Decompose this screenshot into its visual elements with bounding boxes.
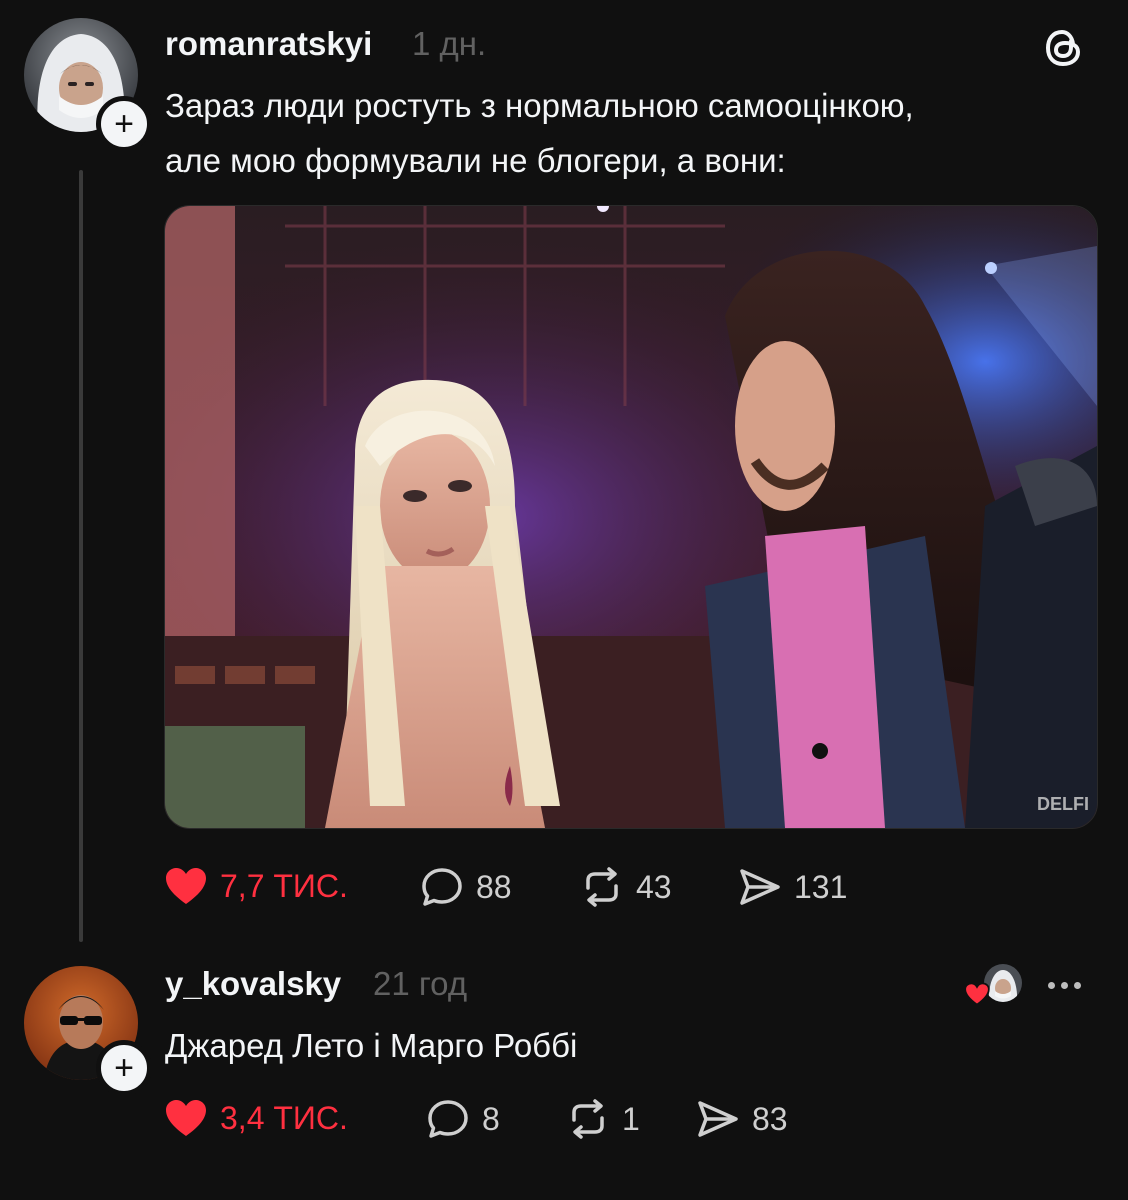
author-liked-indicator bbox=[964, 962, 1022, 1008]
post-text-line-1: Зараз люди ростуть з нормальною самооцін… bbox=[165, 87, 914, 124]
heart-filled-icon bbox=[166, 1100, 206, 1136]
plus-icon: + bbox=[114, 105, 134, 143]
follow-plus-button[interactable]: + bbox=[96, 96, 152, 152]
thread-connector-line bbox=[79, 170, 83, 942]
more-options-icon[interactable] bbox=[1048, 982, 1081, 989]
reply-share-count: 83 bbox=[752, 1100, 788, 1137]
reply-share-button[interactable]: 83 bbox=[696, 1098, 788, 1140]
like-button[interactable]: 7,7 ТИС. bbox=[164, 866, 348, 906]
share-button[interactable]: 131 bbox=[738, 866, 847, 908]
repost-button[interactable]: 43 bbox=[580, 866, 672, 908]
reply-reply-count: 8 bbox=[482, 1100, 500, 1137]
reply-repost-count: 1 bbox=[622, 1100, 640, 1137]
follow-plus-button-reply[interactable]: + bbox=[96, 1040, 152, 1096]
comment-icon bbox=[422, 868, 462, 906]
reply-repost-button[interactable]: 1 bbox=[566, 1098, 640, 1140]
reply-reply-button[interactable]: 8 bbox=[426, 1098, 500, 1140]
post-username[interactable]: romanratskyi bbox=[165, 25, 372, 63]
send-icon bbox=[740, 869, 780, 905]
post-timestamp[interactable]: 1 дн. bbox=[412, 25, 486, 63]
repost-icon bbox=[572, 1099, 604, 1139]
post-image[interactable]: DELFI bbox=[164, 205, 1098, 829]
reply-like-count: 3,4 ТИС. bbox=[220, 1099, 348, 1136]
post-text: Зараз люди ростуть з нормальною самооцін… bbox=[165, 78, 1105, 188]
image-watermark: DELFI bbox=[1037, 794, 1089, 814]
heart-filled-icon bbox=[964, 982, 990, 1006]
share-count: 131 bbox=[794, 868, 848, 905]
plus-icon: + bbox=[114, 1049, 134, 1087]
repost-icon bbox=[586, 867, 618, 907]
reply-button[interactable]: 88 bbox=[420, 866, 512, 908]
reply-timestamp[interactable]: 21 год bbox=[373, 965, 467, 1003]
reply-username[interactable]: y_kovalsky bbox=[165, 965, 341, 1003]
reply-count: 88 bbox=[476, 868, 512, 905]
reply-like-button[interactable]: 3,4 ТИС. bbox=[164, 1098, 348, 1138]
repost-count: 43 bbox=[636, 868, 672, 905]
post-text-line-2: але мою формували не блогери, а вони: bbox=[165, 142, 786, 179]
reply-text: Джаред Лето і Марго Роббі bbox=[165, 1027, 578, 1064]
threads-logo-icon[interactable] bbox=[1042, 26, 1086, 70]
like-count: 7,7 ТИС. bbox=[220, 867, 348, 904]
heart-filled-icon bbox=[166, 868, 206, 904]
comment-icon bbox=[428, 1100, 468, 1138]
send-icon bbox=[698, 1101, 738, 1137]
